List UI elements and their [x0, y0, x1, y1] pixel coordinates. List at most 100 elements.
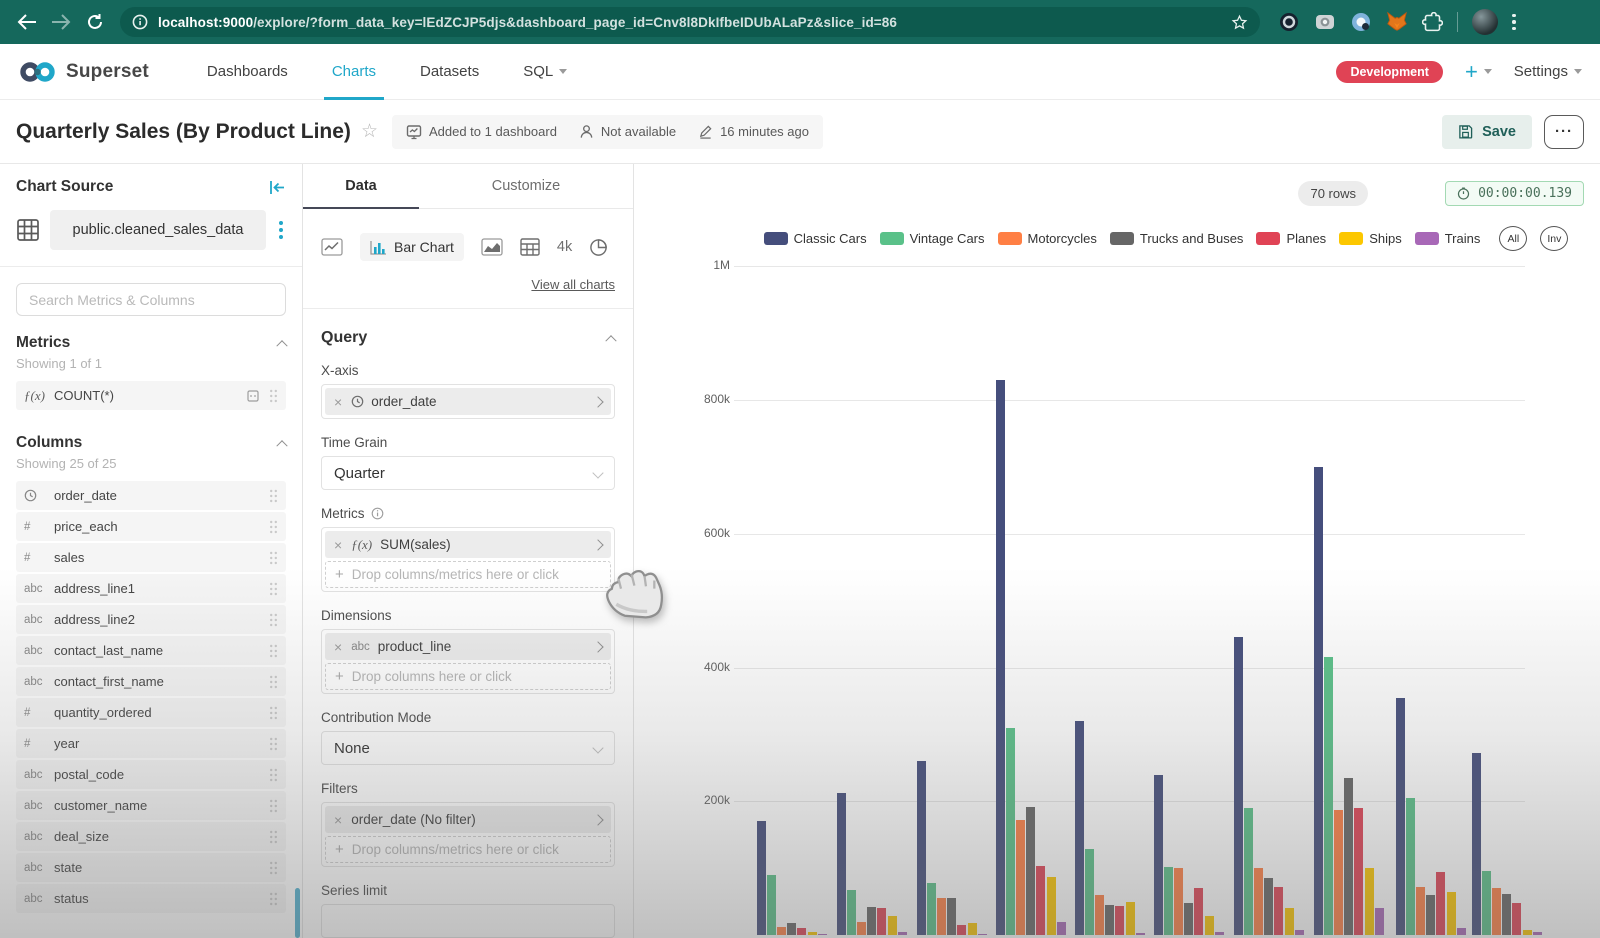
tab-customize[interactable]: Customize — [419, 164, 633, 208]
column-item[interactable]: # sales — [16, 543, 286, 572]
chevron-up-icon[interactable] — [276, 340, 288, 352]
bar[interactable] — [1016, 819, 1026, 935]
bar[interactable] — [1512, 902, 1522, 935]
bar[interactable] — [1502, 893, 1512, 935]
big-number-viz[interactable]: 4k — [557, 239, 572, 255]
column-item[interactable]: abc customer_name — [16, 791, 286, 820]
column-item[interactable]: abc deal_size — [16, 822, 286, 851]
address-bar[interactable]: localhost:9000/explore/?form_data_key=lE… — [120, 7, 1260, 37]
bar[interactable] — [917, 761, 926, 935]
bar[interactable] — [1374, 908, 1384, 935]
remove-icon[interactable]: × — [334, 639, 342, 655]
bar[interactable] — [1174, 868, 1184, 935]
column-item[interactable]: # price_each — [16, 512, 286, 541]
bar[interactable] — [1214, 931, 1224, 935]
series-limit-select[interactable] — [321, 904, 615, 938]
dataset-name[interactable]: public.cleaned_sales_data — [50, 210, 266, 250]
extension-camera-icon[interactable] — [1314, 11, 1336, 33]
bar[interactable] — [1036, 866, 1046, 935]
bar[interactable] — [1164, 867, 1174, 935]
drag-handle-icon[interactable] — [269, 520, 278, 534]
metric-option[interactable]: × ƒ(x) SUM(sales) — [325, 531, 611, 558]
bar[interactable] — [1284, 908, 1294, 935]
bar[interactable] — [1406, 797, 1416, 935]
pie-chart-icon[interactable] — [589, 238, 608, 257]
drag-handle-icon[interactable] — [269, 830, 278, 844]
browser-back-button[interactable] — [10, 5, 44, 39]
bar[interactable] — [1264, 878, 1274, 935]
metrics-dropzone[interactable]: + Drop columns/metrics here or click — [325, 561, 611, 588]
nav-sql[interactable]: SQL — [501, 44, 589, 100]
bar[interactable] — [1354, 807, 1364, 935]
extensions-puzzle-icon[interactable] — [1422, 11, 1443, 33]
extension-clockify-icon[interactable] — [1350, 11, 1372, 33]
more-actions-button[interactable]: ··· — [1544, 114, 1584, 149]
bar[interactable] — [1294, 929, 1304, 935]
bar[interactable] — [1364, 868, 1374, 935]
bar[interactable] — [1274, 886, 1284, 935]
bar[interactable] — [1492, 888, 1502, 935]
column-item[interactable]: abc postal_code — [16, 760, 286, 789]
area-chart-icon[interactable] — [481, 238, 503, 256]
url-text[interactable]: localhost:9000/explore/?form_data_key=lE… — [158, 15, 1231, 30]
extension-metamask-icon[interactable] — [1386, 11, 1408, 33]
column-item[interactable]: abc contact_last_name — [16, 636, 286, 665]
nav-charts[interactable]: Charts — [310, 44, 398, 100]
bar[interactable] — [1522, 929, 1532, 935]
viz-type-selected[interactable]: Bar Chart — [360, 233, 464, 261]
bar[interactable] — [1472, 753, 1481, 935]
bar[interactable] — [807, 931, 817, 935]
bar[interactable] — [1006, 727, 1016, 935]
bar[interactable] — [1125, 901, 1135, 935]
table-viz-icon[interactable] — [520, 238, 540, 256]
bar[interactable] — [867, 906, 877, 935]
drag-handle-icon[interactable] — [269, 389, 278, 403]
bar[interactable] — [1416, 886, 1426, 935]
bar[interactable] — [847, 889, 857, 935]
bar[interactable] — [957, 924, 967, 935]
bar[interactable] — [1234, 637, 1243, 935]
bar[interactable] — [1184, 902, 1194, 935]
time-grain-select[interactable]: Quarter — [321, 456, 615, 490]
bar[interactable] — [1482, 871, 1492, 935]
bar[interactable] — [967, 922, 977, 935]
drag-handle-icon[interactable] — [269, 861, 278, 875]
remove-icon[interactable]: × — [334, 394, 342, 410]
bar[interactable] — [1396, 697, 1405, 935]
column-item[interactable]: order_date — [16, 481, 286, 510]
filter-option[interactable]: × order_date (No filter) — [325, 806, 611, 833]
dimension-option[interactable]: × abc product_line — [325, 633, 611, 660]
browser-menu-icon[interactable] — [1512, 13, 1516, 31]
column-item[interactable]: abc contact_first_name — [16, 667, 286, 696]
browser-profile-avatar[interactable] — [1472, 9, 1498, 35]
bar[interactable] — [837, 793, 846, 935]
bar[interactable] — [1436, 872, 1446, 935]
bar[interactable] — [777, 926, 787, 935]
dataset-options-icon[interactable] — [276, 221, 286, 239]
drag-handle-icon[interactable] — [269, 551, 278, 565]
drag-handle-icon[interactable] — [269, 644, 278, 658]
collapse-panel-icon[interactable] — [269, 180, 286, 195]
settings-menu[interactable]: Settings — [1514, 63, 1582, 80]
browser-reload-button[interactable] — [78, 5, 112, 39]
save-button[interactable]: Save — [1442, 114, 1532, 149]
bar[interactable] — [787, 922, 797, 935]
new-item-button[interactable]: + — [1465, 59, 1492, 85]
browser-forward-button[interactable] — [44, 5, 78, 39]
bar[interactable] — [1426, 894, 1436, 935]
bar[interactable] — [1194, 888, 1204, 935]
column-item[interactable]: abc address_line2 — [16, 605, 286, 634]
scrollbar-thumb[interactable] — [295, 888, 300, 938]
bar[interactable] — [877, 908, 887, 935]
drag-handle-icon[interactable] — [269, 768, 278, 782]
bar[interactable] — [1446, 891, 1456, 935]
bar[interactable] — [1204, 916, 1214, 935]
search-input[interactable] — [16, 283, 286, 316]
owner-meta[interactable]: Not available — [579, 124, 676, 139]
dashboards-meta[interactable]: Added to 1 dashboard — [406, 124, 557, 140]
bar[interactable] — [1344, 777, 1354, 935]
bar[interactable] — [927, 882, 937, 935]
tab-data[interactable]: Data — [303, 164, 419, 209]
bar[interactable] — [996, 379, 1005, 935]
bar[interactable] — [797, 928, 807, 935]
